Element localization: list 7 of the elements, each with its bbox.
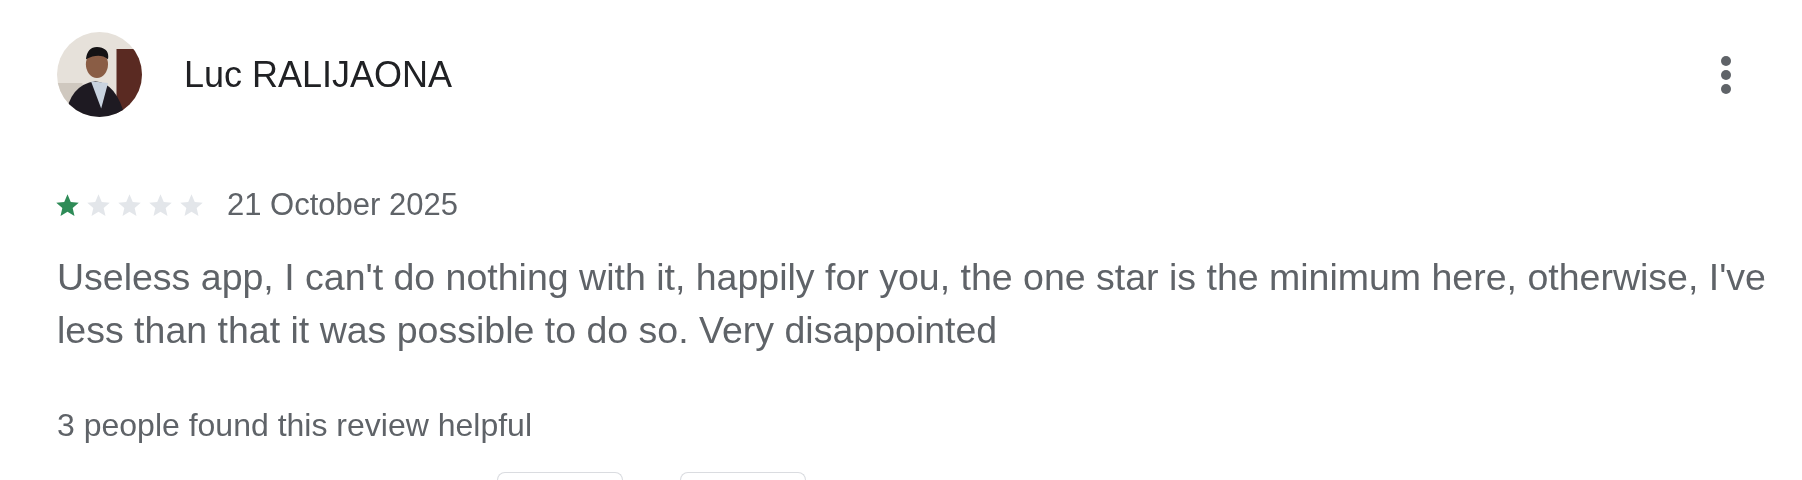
- review-text: Useless app, I can't do nothing with it, happily for you, the one star is the minimum here, otherwise, I've less than that it was possible to do so. Very disappointed: [57, 255, 1767, 353]
- helpful-count: 3 people found this review helpful: [57, 407, 533, 444]
- feedback-button[interactable]: [680, 472, 806, 480]
- author-name: Luc RALIJAONA: [184, 53, 453, 96]
- review-date: 21 October 2025: [227, 187, 458, 223]
- feedback-button[interactable]: [497, 472, 623, 480]
- more-options-icon[interactable]: [1720, 54, 1732, 95]
